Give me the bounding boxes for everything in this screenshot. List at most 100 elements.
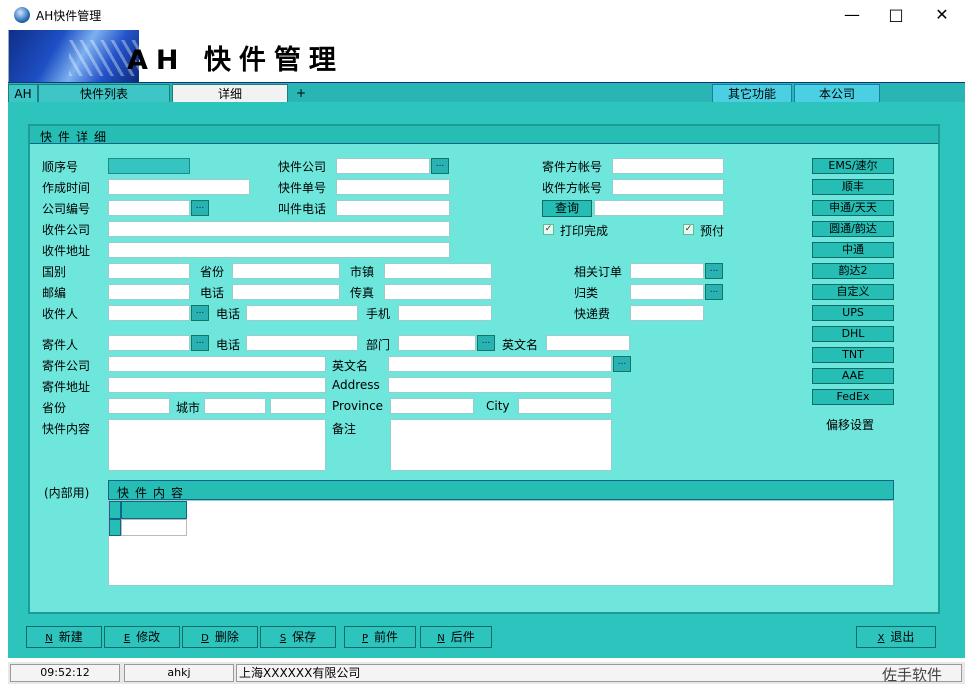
status-time: 09:52:12 [10, 664, 120, 682]
address-en-field[interactable] [388, 377, 612, 393]
exit-button[interactable]: X 退出 [856, 626, 936, 648]
status-bar: 09:52:12 ahkj 上海XXXXXX有限公司 佐手软件 [8, 662, 965, 684]
remark-textarea[interactable] [390, 419, 612, 471]
carrier-button[interactable]: UPS [812, 305, 894, 321]
recv-acct-field[interactable] [612, 179, 724, 195]
province-label: 省份 [200, 265, 225, 279]
grid-header: 快件内容 [108, 480, 894, 500]
print-done-checkbox[interactable]: ✓ [543, 224, 554, 235]
address-en-label: Address [332, 378, 380, 392]
en-name-field[interactable] [546, 335, 630, 351]
carrier-button[interactable]: FedEx [812, 389, 894, 405]
sender-field[interactable] [108, 335, 190, 351]
sender-acct-label: 寄件方帐号 [542, 160, 603, 174]
carrier-button[interactable]: 圆通/韵达 [812, 221, 894, 237]
minimize-icon[interactable]: — [829, 0, 875, 30]
fax-label: 传真 [350, 286, 375, 300]
province2-field[interactable] [108, 398, 170, 414]
carrier-button[interactable]: AAE [812, 368, 894, 384]
sender-acct-field[interactable] [612, 158, 724, 174]
mobile-field[interactable] [398, 305, 492, 321]
phone-field[interactable] [232, 284, 340, 300]
maximize-icon[interactable]: □ [873, 0, 919, 30]
recv-company-field[interactable] [108, 221, 450, 237]
company-no-field[interactable] [108, 200, 190, 216]
express-no-field[interactable] [336, 179, 450, 195]
carrier-button[interactable]: EMS/速尔 [812, 158, 894, 174]
province-en-label: Province [332, 399, 384, 413]
category-lookup-button[interactable]: ... [705, 284, 723, 300]
city-field[interactable] [204, 398, 266, 414]
carrier-button[interactable]: 韵达2 [812, 263, 894, 279]
en-name2-lookup-button[interactable]: ... [613, 356, 631, 372]
prepaid-checkbox[interactable]: ✓ [683, 224, 694, 235]
zip-field[interactable] [108, 284, 190, 300]
dept-field[interactable] [398, 335, 476, 351]
receiver-field[interactable] [108, 305, 190, 321]
new-button[interactable]: N 新建 [26, 626, 102, 648]
recv-addr-field[interactable] [108, 242, 450, 258]
express-company-lookup-button[interactable]: ... [431, 158, 449, 174]
save-button[interactable]: S 保存 [260, 626, 336, 648]
fax-field[interactable] [384, 284, 492, 300]
tab-detail[interactable]: 详细 [172, 84, 288, 103]
edit-button[interactable]: E 修改 [104, 626, 180, 648]
close-icon[interactable]: ✕ [919, 0, 965, 30]
tab-add[interactable]: + [290, 84, 312, 103]
en-name2-field[interactable] [388, 356, 612, 372]
category-field[interactable] [630, 284, 704, 300]
tab-this-company[interactable]: 本公司 [794, 84, 880, 103]
delete-label: 删除 [214, 630, 239, 644]
carrier-button[interactable]: DHL [812, 326, 894, 342]
content-textarea[interactable] [108, 419, 326, 471]
town-field[interactable] [384, 263, 492, 279]
receiver-lookup-button[interactable]: ... [191, 305, 209, 321]
tab-ah[interactable]: AH [8, 84, 38, 103]
dept-lookup-button[interactable]: ... [477, 335, 495, 351]
tab-list[interactable]: 快件列表 [38, 84, 170, 103]
dept-label: 部门 [366, 338, 391, 352]
city-en-field[interactable] [518, 398, 612, 414]
carrier-button[interactable]: 自定义 [812, 284, 894, 300]
carrier-button[interactable]: TNT [812, 347, 894, 363]
district-field[interactable] [270, 398, 326, 414]
phone-label: 电话 [200, 286, 225, 300]
order-lookup-button[interactable]: ... [705, 263, 723, 279]
app-banner: AH 快件管理 [8, 30, 965, 82]
express-company-field[interactable] [336, 158, 430, 174]
call-phone-field[interactable] [336, 200, 450, 216]
send-company-field[interactable] [108, 356, 326, 372]
phone3-field[interactable] [246, 335, 358, 351]
company-no-lookup-button[interactable]: ... [191, 200, 209, 216]
internal-label: (内部用) [44, 486, 90, 500]
carrier-button[interactable]: 顺丰 [812, 179, 894, 195]
recv-acct-label: 收件方帐号 [542, 181, 603, 195]
content-grid[interactable] [108, 500, 894, 586]
title-bar: AH快件管理 — □ ✕ [0, 0, 973, 30]
phone3-label: 电话 [216, 338, 241, 352]
query-button[interactable]: 查询 [542, 200, 592, 217]
phone2-label: 电话 [216, 307, 241, 321]
watermark: 佐手软件 [882, 666, 943, 684]
country-field[interactable] [108, 263, 190, 279]
fee-label: 快递费 [574, 307, 611, 321]
carrier-button[interactable]: 中通 [812, 242, 894, 258]
query-field[interactable] [594, 200, 724, 216]
seq-field [108, 158, 190, 174]
tab-other-functions[interactable]: 其它功能 [712, 84, 792, 103]
save-label: 保存 [292, 630, 317, 644]
prev-button[interactable]: P 前件 [344, 626, 416, 648]
province-field[interactable] [232, 263, 340, 279]
phone2-field[interactable] [246, 305, 358, 321]
grid-cell[interactable] [121, 519, 187, 536]
sender-lookup-button[interactable]: ... [191, 335, 209, 351]
fee-field[interactable] [630, 305, 704, 321]
carrier-button[interactable]: 申通/天天 [812, 200, 894, 216]
send-addr-field[interactable] [108, 377, 326, 393]
created-field[interactable] [108, 179, 250, 195]
bottom-strip [0, 684, 973, 693]
order-field[interactable] [630, 263, 704, 279]
next-button[interactable]: N 后件 [420, 626, 492, 648]
province-en-field[interactable] [390, 398, 474, 414]
delete-button[interactable]: D 删除 [182, 626, 258, 648]
